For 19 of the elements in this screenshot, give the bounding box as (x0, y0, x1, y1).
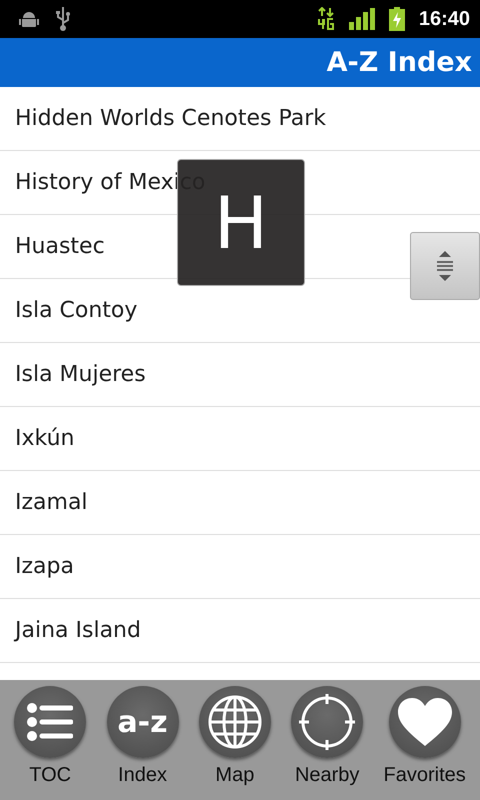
index-list-item[interactable]: Ixkún (0, 407, 480, 471)
crosshair-icon (299, 694, 356, 750)
index-list-item[interactable]: Izapa (0, 535, 480, 599)
index-list-item[interactable]: Izamal (0, 471, 480, 535)
heart-icon (398, 698, 452, 746)
signal-icon (348, 8, 375, 30)
index-list-item[interactable]: Isla Mujeres (0, 343, 480, 407)
scroll-handle-icon (435, 249, 455, 283)
usb-icon (54, 6, 72, 32)
globe-icon (208, 695, 262, 749)
index-list-item[interactable]: Jaina Island (0, 599, 480, 663)
battery-icon (388, 7, 405, 31)
fast-scroll-handle[interactable] (410, 232, 480, 300)
network-4g-icon (316, 7, 335, 31)
az-icon: a-z (117, 704, 168, 740)
index-list-item[interactable]: Hidden Worlds Cenotes Park (0, 87, 480, 151)
screen-title: A-Z Index (326, 47, 472, 78)
status-time: 16:40 (418, 8, 470, 30)
list-icon (27, 702, 74, 742)
